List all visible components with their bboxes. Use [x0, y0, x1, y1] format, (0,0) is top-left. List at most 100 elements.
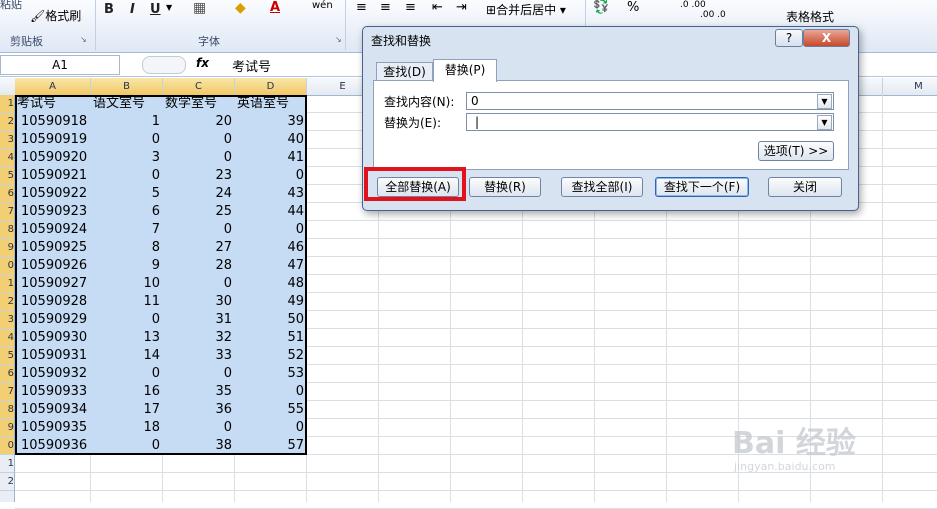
column-header-a[interactable]: A	[15, 78, 91, 95]
exam-no-cell[interactable]: 10590934	[17, 401, 91, 419]
math-room-cell[interactable]: 28	[165, 257, 235, 275]
chinese-room-cell[interactable]: 0	[93, 131, 163, 149]
row-header[interactable]: 2	[0, 293, 14, 311]
dialog-close-action-button[interactable]: 关闭	[768, 177, 842, 197]
row-header[interactable]: 2	[0, 473, 14, 491]
border-icon[interactable]: ▦	[193, 0, 206, 16]
english-room-cell[interactable]: 51	[237, 329, 307, 347]
row-header[interactable]: 3	[0, 311, 14, 329]
chinese-room-cell[interactable]: 9	[93, 257, 163, 275]
english-room-cell[interactable]: 39	[237, 113, 307, 131]
math-room-cell[interactable]: 24	[165, 185, 235, 203]
chinese-room-cell[interactable]: 0	[93, 311, 163, 329]
row-header[interactable]: 4	[0, 329, 14, 347]
help-button[interactable]: ?	[775, 29, 803, 47]
english-room-cell[interactable]: 0	[237, 221, 307, 239]
row-header[interactable]: 2	[0, 113, 14, 131]
find-all-button[interactable]: 查找全部(I)	[561, 177, 643, 197]
row-header[interactable]: 8	[0, 221, 14, 239]
currency-icon[interactable]: 💱	[593, 0, 609, 15]
decrease-indent-icon[interactable]: ⇤	[432, 0, 443, 15]
math-room-cell[interactable]: 38	[165, 437, 235, 455]
align-left-icon[interactable]: ≡	[356, 0, 367, 15]
align-center-icon[interactable]: ≡	[380, 0, 391, 15]
chinese-room-cell[interactable]: 5	[93, 185, 163, 203]
increase-indent-icon[interactable]: ⇥	[456, 0, 467, 15]
font-launcher-icon[interactable]: ↘	[335, 35, 342, 44]
exam-no-cell[interactable]: 10590932	[17, 365, 91, 383]
chinese-room-cell[interactable]: 0	[93, 437, 163, 455]
row-header[interactable]: 6	[0, 185, 14, 203]
header-cell-english-room[interactable]: 英语室号	[237, 95, 307, 113]
english-room-cell[interactable]: 0	[237, 383, 307, 401]
english-room-cell[interactable]: 48	[237, 275, 307, 293]
math-room-cell[interactable]: 0	[165, 275, 235, 293]
exam-no-cell[interactable]: 10590922	[17, 185, 91, 203]
row-header[interactable]: 0	[0, 257, 14, 275]
exam-no-cell[interactable]: 10590928	[17, 293, 91, 311]
math-room-cell[interactable]: 32	[165, 329, 235, 347]
paste-partial-label[interactable]: 粘贴	[0, 0, 22, 12]
math-room-cell[interactable]: 36	[165, 401, 235, 419]
clipboard-launcher-icon[interactable]: ↘	[80, 35, 87, 44]
math-room-cell[interactable]: 23	[165, 167, 235, 185]
chevron-down-icon[interactable]: ▼	[817, 94, 832, 109]
column-header-m[interactable]: M	[883, 78, 937, 95]
math-room-cell[interactable]: 0	[165, 365, 235, 383]
exam-no-cell[interactable]: 10590920	[17, 149, 91, 167]
english-room-cell[interactable]: 43	[237, 185, 307, 203]
row-header[interactable]: 1	[0, 275, 14, 293]
chinese-room-cell[interactable]: 16	[93, 383, 163, 401]
decrease-decimal-button[interactable]: .00 .0	[700, 10, 726, 20]
formula-value[interactable]: 考试号	[232, 56, 271, 75]
english-room-cell[interactable]: 46	[237, 239, 307, 257]
merge-center-button[interactable]: ⊞合并后居中 ▾	[486, 1, 566, 18]
row-header[interactable]: 0	[0, 437, 14, 455]
row-header[interactable]: 9	[0, 419, 14, 437]
exam-no-cell[interactable]: 10590919	[17, 131, 91, 149]
english-room-cell[interactable]: 40	[237, 131, 307, 149]
tab-find[interactable]: 查找(D)	[376, 62, 433, 81]
exam-no-cell[interactable]: 10590935	[17, 419, 91, 437]
math-room-cell[interactable]: 33	[165, 347, 235, 365]
exam-no-cell[interactable]: 10590925	[17, 239, 91, 257]
column-header-b[interactable]: B	[91, 78, 163, 95]
exam-no-cell[interactable]: 10590921	[17, 167, 91, 185]
english-room-cell[interactable]: 44	[237, 203, 307, 221]
english-room-cell[interactable]: 52	[237, 347, 307, 365]
chinese-room-cell[interactable]: 0	[93, 365, 163, 383]
chinese-room-cell[interactable]: 10	[93, 275, 163, 293]
exam-no-cell[interactable]: 10590933	[17, 383, 91, 401]
math-room-cell[interactable]: 0	[165, 419, 235, 437]
math-room-cell[interactable]: 27	[165, 239, 235, 257]
column-header-d[interactable]: D	[235, 78, 307, 95]
row-header[interactable]: 5	[0, 167, 14, 185]
english-room-cell[interactable]: 0	[237, 419, 307, 437]
english-room-cell[interactable]: 47	[237, 257, 307, 275]
phonetic-button[interactable]: wén	[312, 0, 333, 11]
exam-no-cell[interactable]: 10590931	[17, 347, 91, 365]
options-button[interactable]: 选项(T) >>	[758, 141, 834, 161]
replace-with-combo[interactable]: | ▼	[466, 113, 834, 131]
math-room-cell[interactable]: 0	[165, 131, 235, 149]
chinese-room-cell[interactable]: 13	[93, 329, 163, 347]
name-box[interactable]: A1	[0, 55, 120, 75]
fill-color-icon[interactable]: ◆	[235, 0, 246, 16]
math-room-cell[interactable]: 31	[165, 311, 235, 329]
exam-no-cell[interactable]: 10590927	[17, 275, 91, 293]
formula-bar-collapse-handle[interactable]	[142, 56, 186, 74]
english-room-cell[interactable]: 53	[237, 365, 307, 383]
bold-button[interactable]: B	[104, 2, 114, 17]
chinese-room-cell[interactable]: 6	[93, 203, 163, 221]
dialog-close-button[interactable]: X	[803, 29, 850, 47]
english-room-cell[interactable]: 55	[237, 401, 307, 419]
english-room-cell[interactable]: 57	[237, 437, 307, 455]
chinese-room-cell[interactable]: 8	[93, 239, 163, 257]
exam-no-cell[interactable]: 10590930	[17, 329, 91, 347]
math-room-cell[interactable]: 0	[165, 149, 235, 167]
replace-button[interactable]: 替换(R)	[469, 177, 541, 197]
column-header-c[interactable]: C	[163, 78, 235, 95]
chinese-room-cell[interactable]: 1	[93, 113, 163, 131]
row-header[interactable]: 5	[0, 347, 14, 365]
chinese-room-cell[interactable]: 17	[93, 401, 163, 419]
